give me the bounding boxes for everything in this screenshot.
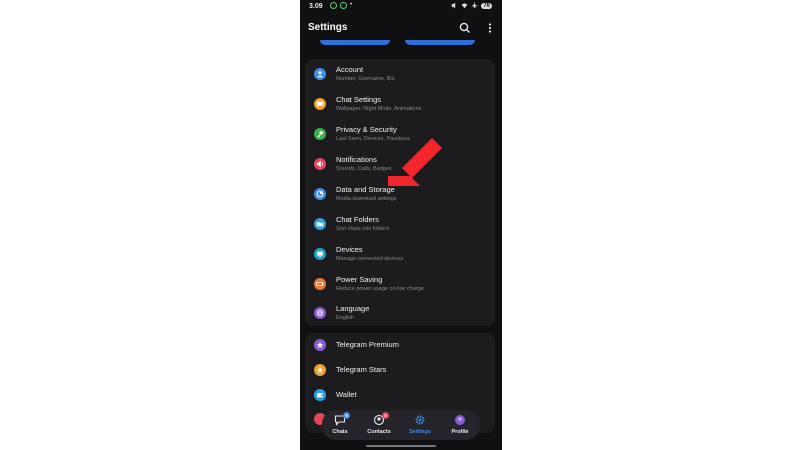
star-icon — [314, 364, 326, 376]
pointer-arrow-icon — [388, 138, 442, 186]
settings-item-label: Telegram Premium — [336, 340, 399, 349]
settings-item-subtitle: Media download settings — [336, 196, 397, 202]
avatar — [455, 415, 465, 425]
battery-icon — [314, 278, 326, 290]
search-icon[interactable] — [458, 21, 472, 35]
dot-icon: • — [350, 2, 353, 8]
nav-chats[interactable]: 5 Chats — [322, 412, 358, 437]
nav-settings[interactable]: Settings — [402, 413, 438, 437]
settings-item-label: Chat Settings — [336, 95, 382, 104]
person-icon — [314, 68, 326, 80]
gear-icon — [415, 415, 425, 425]
settings-item-chat-settings[interactable]: Chat Settings Wallpaper, Night Mode, Ani… — [305, 89, 495, 119]
settings-item-label: Chat Folders — [336, 215, 379, 224]
status-system-icons: 76 — [451, 2, 492, 9]
wifi-icon — [462, 3, 468, 9]
page-title: Settings — [308, 22, 348, 33]
device-icon — [314, 248, 326, 260]
settings-item-label: Account — [336, 65, 364, 74]
settings-item-chat-folders[interactable]: Chat Folders Sort chats into folders — [305, 209, 495, 239]
home-indicator — [366, 445, 436, 447]
settings-item-label: Language — [336, 304, 370, 313]
nav-label: Settings — [409, 429, 431, 435]
settings-item-subtitle: Number, Username, Bio — [336, 76, 395, 82]
settings-item-subtitle: Manage connected devices — [336, 256, 403, 262]
settings-item-label: Devices — [336, 245, 363, 254]
nav-profile[interactable]: Profile — [442, 413, 478, 437]
settings-item-account[interactable]: Account Number, Username, Bio — [305, 59, 495, 89]
battery-indicator: 76 — [481, 2, 492, 9]
status-time: 3.09 — [309, 3, 323, 10]
header-action-button[interactable] — [405, 40, 475, 45]
airplane-icon — [471, 2, 479, 9]
settings-item-label: Power Saving — [336, 275, 383, 284]
mute-icon — [452, 2, 456, 9]
pie-chart-icon — [314, 188, 326, 200]
settings-item-subtitle: Sounds, Calls, Badges — [336, 166, 392, 172]
nav-contacts[interactable]: 8 Contacts — [361, 412, 397, 437]
nav-label: Chats — [332, 429, 348, 435]
settings-item-label: Telegram Stars — [336, 365, 387, 374]
whatsapp-icon — [330, 2, 337, 9]
settings-item-label: Wallet — [336, 390, 357, 399]
settings-item-devices[interactable]: Devices Manage connected devices — [305, 239, 495, 269]
settings-item-label: Notifications — [336, 155, 377, 164]
settings-item-subtitle: Wallpaper, Night Mode, Animations — [336, 106, 422, 112]
settings-item-subtitle: Sort chats into folders — [336, 226, 390, 232]
settings-item-wallet[interactable]: Wallet — [305, 383, 495, 407]
settings-item-telegram-stars[interactable]: Telegram Stars — [305, 358, 495, 382]
settings-item-subtitle: English — [336, 315, 355, 321]
contacts-badge: 8 — [382, 412, 389, 419]
settings-item-subtitle: Reduce power usage on low charge — [336, 286, 424, 292]
nav-label: Contacts — [367, 429, 391, 435]
status-bar: 3.09 • 76 — [300, 0, 502, 14]
app-bar: Settings — [300, 16, 502, 42]
settings-item-telegram-premium[interactable]: Telegram Premium — [305, 333, 495, 357]
status-notification-icons: • — [330, 2, 352, 9]
speaker-icon — [314, 158, 326, 170]
whatsapp-icon — [340, 2, 347, 9]
phone-screen: 3.09 • 76 Settings Account Number, Usern… — [300, 0, 502, 450]
settings-card: Account Number, Username, Bio Chat Setti… — [305, 59, 495, 326]
folder-icon — [314, 218, 326, 230]
key-icon — [314, 128, 326, 140]
bottom-navigation: 5 Chats 8 Contacts Settings Profile — [322, 410, 480, 440]
wallet-icon — [314, 389, 326, 401]
globe-icon — [314, 307, 326, 319]
star-icon — [314, 339, 326, 351]
more-vertical-icon[interactable] — [483, 21, 497, 35]
chat-bubble-icon — [314, 98, 326, 110]
chats-badge: 5 — [343, 412, 350, 419]
settings-item-power-saving[interactable]: Power Saving Reduce power usage on low c… — [305, 269, 495, 299]
settings-item-language[interactable]: Language English — [305, 299, 495, 326]
header-action-button[interactable] — [320, 40, 390, 45]
nav-label: Profile — [451, 429, 469, 435]
